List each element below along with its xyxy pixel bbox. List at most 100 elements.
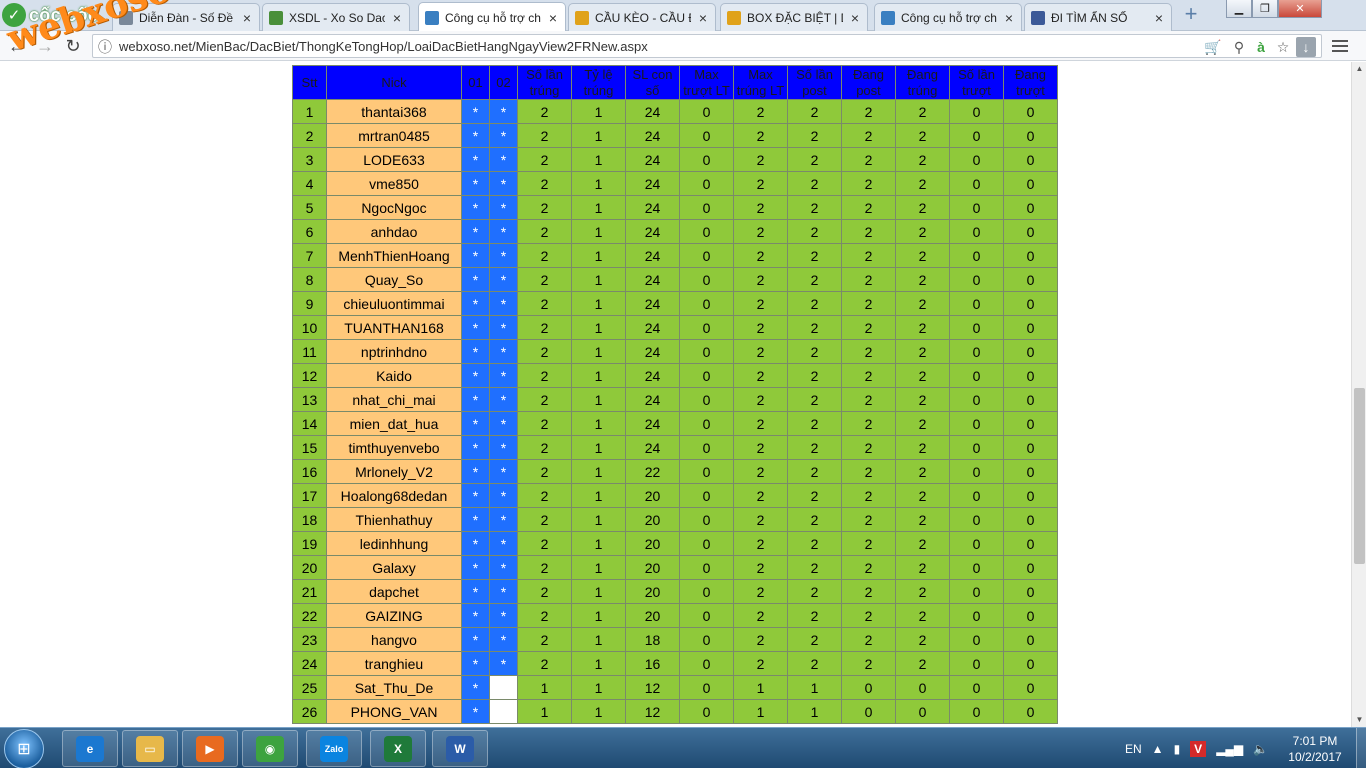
nick-cell: Thienhathuy	[326, 507, 462, 532]
stat-cell: 2	[733, 195, 788, 220]
vivaldi-tray-icon[interactable]: V	[1190, 740, 1207, 757]
stat-cell: 20	[625, 603, 680, 628]
taskbar-app-button[interactable]: W	[432, 730, 488, 767]
stat-cell: 0	[679, 171, 734, 196]
table-row: 26 PHONG_VAN * 1 1 12 0 1 1 0 0 0 0	[292, 699, 1058, 724]
tab-close-icon[interactable]: ×	[1153, 11, 1165, 25]
vertical-scrollbar[interactable]: ▲ ▼	[1351, 62, 1366, 727]
tab-label: Công cụ hỗ trợ chơ	[445, 10, 541, 25]
maximize-button[interactable]: ❐	[1252, 0, 1278, 18]
column-header[interactable]: Đang post	[841, 65, 896, 100]
stat-cell: 1	[517, 699, 572, 724]
download-icon[interactable]: ↓	[1296, 37, 1316, 57]
tab-close-icon[interactable]: ×	[547, 11, 559, 25]
column-header[interactable]: Số lần post	[787, 65, 842, 100]
tab-close-icon[interactable]: ×	[241, 11, 253, 25]
browser-menu-icon[interactable]	[1330, 37, 1350, 55]
taskbar-app-button[interactable]: Zalo	[306, 730, 362, 767]
stat-cell: 2	[895, 123, 950, 148]
scroll-thumb[interactable]	[1354, 388, 1365, 564]
stat-cell: 2	[841, 99, 896, 124]
address-bar[interactable]: ⓘ webxoso.net/MienBac/DacBiet/ThongKeTon…	[92, 34, 1322, 58]
browser-tab[interactable]: XSDL - Xo So Dac ×	[262, 3, 410, 31]
minimize-button[interactable]: ▁	[1226, 0, 1252, 18]
facebook-icon	[1031, 10, 1045, 25]
stat-cell: 2	[517, 219, 572, 244]
stat-cell: 2	[841, 435, 896, 460]
table-row: 3 LODE633 * * 2 1 24 0 2 2 2 2 0 0	[292, 147, 1058, 172]
taskbar-app-button[interactable]: X	[370, 730, 426, 767]
nick-cell: anhdao	[326, 219, 462, 244]
usb-icon[interactable]: ▮	[1174, 742, 1181, 756]
scroll-down-arrow-icon[interactable]: ▼	[1352, 713, 1366, 727]
shopping-cart-icon[interactable]: 🛒	[1203, 37, 1223, 57]
start-button[interactable]: ⊞	[4, 729, 44, 768]
column-header[interactable]: Đang trượt	[1003, 65, 1058, 100]
column-header[interactable]: Số lần trượt	[949, 65, 1004, 100]
browser-tab[interactable]: CẦU KÈO - CẦU Đ ×	[568, 3, 716, 31]
language-indicator[interactable]: EN	[1125, 742, 1142, 756]
stat-cell: 2	[733, 603, 788, 628]
browser-tab[interactable]: Công cụ hỗ trợ chơ ×	[418, 2, 566, 32]
tray-expand-icon[interactable]: ▲	[1152, 742, 1164, 756]
flag-01-cell: *	[461, 123, 490, 148]
stat-cell: 2	[841, 579, 896, 604]
stat-cell: 20	[625, 507, 680, 532]
column-header[interactable]: Max trúng LT	[733, 65, 788, 100]
column-header[interactable]: 02	[489, 65, 518, 100]
column-header[interactable]: Stt	[292, 65, 327, 100]
table-row: 5 NgocNgoc * * 2 1 24 0 2 2 2 2 0 0	[292, 195, 1058, 220]
row-index-cell: 4	[292, 171, 327, 196]
stat-cell: 0	[949, 315, 1004, 340]
flag-02-cell: *	[489, 339, 518, 364]
stat-cell: 2	[517, 243, 572, 268]
stat-cell: 2	[787, 363, 842, 388]
network-icon[interactable]: ▂▄▆	[1216, 742, 1243, 756]
stat-cell: 2	[517, 363, 572, 388]
browser-tab[interactable]: ĐI TÌM ẨN SỐ ×	[1024, 3, 1172, 31]
flag-02-cell: *	[489, 267, 518, 292]
column-header[interactable]: Tỷ lệ trúng	[571, 65, 626, 100]
excel-icon: X	[384, 735, 412, 762]
tab-close-icon[interactable]: ×	[697, 11, 709, 25]
column-header[interactable]: Nick	[326, 65, 462, 100]
new-tab-button[interactable]: +	[1180, 3, 1202, 25]
taskbar-app-button[interactable]: ▶	[182, 730, 238, 767]
browser-tab[interactable]: BOX ĐẶC BIỆT | Di ×	[720, 3, 868, 31]
browser-tab[interactable]: Công cụ hỗ trợ chơ ×	[874, 3, 1022, 31]
zoom-icon[interactable]: ⚲	[1229, 37, 1249, 57]
stat-cell: 0	[1003, 579, 1058, 604]
table-row: 16 Mrlonely_V2 * * 2 1 22 0 2 2 2 2 0 0	[292, 459, 1058, 484]
coccoc-dictionary-icon[interactable]: à	[1251, 37, 1271, 57]
tab-close-icon[interactable]: ×	[1003, 11, 1015, 25]
flag-02-cell	[489, 699, 518, 724]
nick-cell: Sat_Thu_De	[326, 675, 462, 700]
volume-icon[interactable]: 🔈	[1253, 742, 1268, 756]
stat-cell: 0	[1003, 339, 1058, 364]
stat-cell: 2	[733, 435, 788, 460]
page-info-icon[interactable]: ⓘ	[95, 37, 115, 57]
stat-cell: 2	[733, 507, 788, 532]
row-index-cell: 16	[292, 459, 327, 484]
column-header[interactable]: 01	[461, 65, 490, 100]
column-header[interactable]: Đang trúng	[895, 65, 950, 100]
stat-cell: 1	[571, 603, 626, 628]
flag-01-cell: *	[461, 483, 490, 508]
scroll-up-arrow-icon[interactable]: ▲	[1352, 62, 1366, 76]
row-index-cell: 21	[292, 579, 327, 604]
bookmark-star-icon[interactable]: ☆	[1273, 37, 1293, 57]
stat-cell: 0	[1003, 555, 1058, 580]
taskbar-app-button[interactable]: ▭	[122, 730, 178, 767]
column-header[interactable]: SL con số	[625, 65, 680, 100]
column-header[interactable]: Max trượt LT	[679, 65, 734, 100]
column-header[interactable]: Số lần trúng	[517, 65, 572, 100]
taskbar-app-button[interactable]: ◉	[242, 730, 298, 767]
close-window-button[interactable]: ✕	[1278, 0, 1322, 18]
system-clock[interactable]: 7:01 PM 10/2/2017	[1280, 733, 1350, 765]
show-desktop-button[interactable]	[1356, 728, 1366, 768]
stat-cell: 0	[1003, 147, 1058, 172]
taskbar-app-button[interactable]: e	[62, 730, 118, 767]
nick-cell: mrtran0485	[326, 123, 462, 148]
tab-close-icon[interactable]: ×	[391, 11, 403, 25]
tab-close-icon[interactable]: ×	[849, 11, 861, 25]
